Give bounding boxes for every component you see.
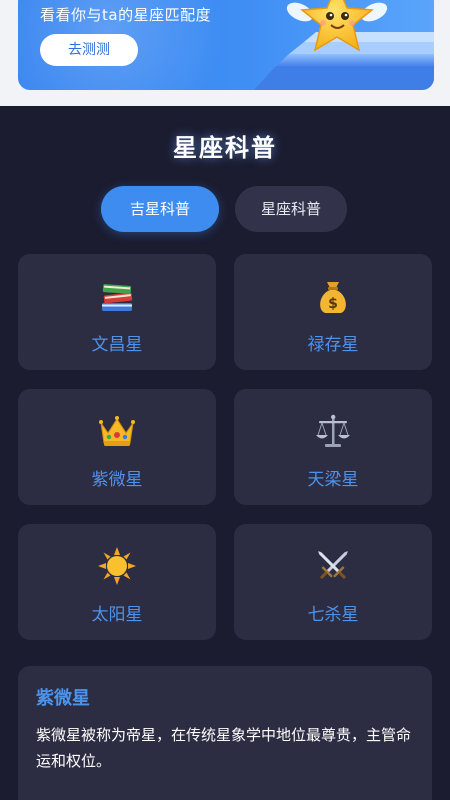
tab-lucky-stars[interactable]: 吉星科普 <box>101 186 219 232</box>
section-title: 星座科普 <box>173 134 277 162</box>
banner-subtitle: 看看你与ta的星座匹配度 <box>40 6 212 24</box>
money-bag-icon: $ <box>234 276 432 316</box>
star-detail-card: 紫微星 紫微星被称为帝星，在传统星象学中地位最尊贵，主管命运和权位。 <box>18 666 432 800</box>
crossed-swords-icon <box>234 546 432 586</box>
star-label: 紫微星 <box>91 470 143 490</box>
star-label: 七杀星 <box>307 605 359 625</box>
match-banner[interactable]: 看看你与ta的星座匹配度 去测测 <box>18 0 434 90</box>
star-label: 天梁星 <box>307 470 359 490</box>
top-area: 看看你与ta的星座匹配度 去测测 <box>0 0 450 106</box>
detail-title: 紫微星 <box>36 688 90 709</box>
star-card-wenchang[interactable]: 文昌星 <box>18 254 216 370</box>
star-label: 太阳星 <box>91 605 143 625</box>
books-icon <box>18 276 216 316</box>
svg-text:$: $ <box>328 296 338 312</box>
go-test-button[interactable]: 去测测 <box>40 34 138 66</box>
star-card-ziwei[interactable]: 紫微星 <box>18 389 216 505</box>
sun-icon <box>18 546 216 586</box>
star-mascot-icon <box>254 0 434 90</box>
star-card-taiyang[interactable]: 太阳星 <box>18 524 216 640</box>
star-label: 禄存星 <box>307 335 359 355</box>
tab-bar: 吉星科普 星座科普 <box>0 186 450 232</box>
crown-icon <box>18 411 216 451</box>
scales-icon <box>234 411 432 451</box>
star-label: 文昌星 <box>91 335 143 355</box>
tab-zodiac[interactable]: 星座科普 <box>235 186 347 232</box>
detail-text: 紫微星被称为帝星，在传统星象学中地位最尊贵，主管命运和权位。 <box>36 726 412 770</box>
star-card-lucun[interactable]: $ 禄存星 <box>234 254 432 370</box>
star-card-tianliang[interactable]: 天梁星 <box>234 389 432 505</box>
star-card-qisha[interactable]: 七杀星 <box>234 524 432 640</box>
